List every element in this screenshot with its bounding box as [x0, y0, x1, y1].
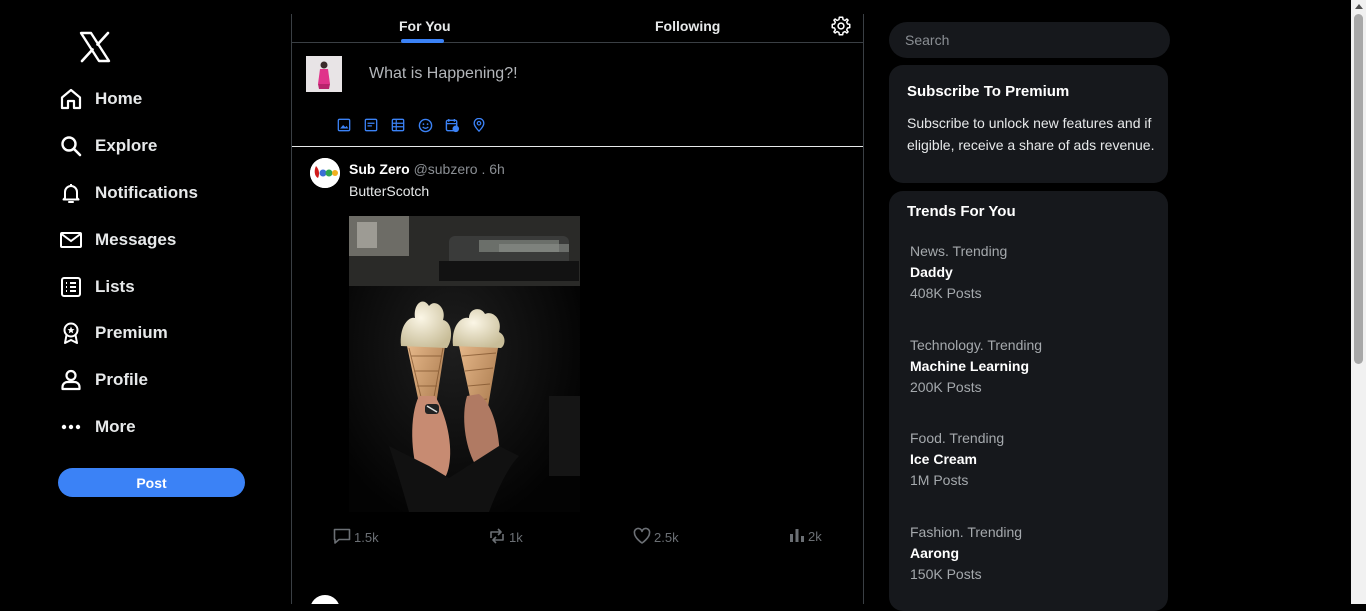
sidebar-item-premium[interactable]: Premium	[58, 317, 168, 349]
envelope-icon	[58, 227, 84, 253]
tweet-separator: .	[477, 161, 490, 177]
tweet-author-name[interactable]: Sub Zero	[349, 161, 410, 177]
avatar[interactable]	[306, 56, 342, 92]
home-icon	[58, 86, 84, 112]
image-icon[interactable]	[336, 117, 352, 133]
compose-input[interactable]	[367, 63, 837, 85]
composer-toolbar	[336, 117, 498, 133]
premium-title: Subscribe To Premium	[907, 83, 1070, 100]
sidebar-item-label: Home	[95, 89, 143, 108]
trend-category: Food. Trending	[910, 430, 1005, 446]
trend-item[interactable]: Fashion. Trending Aarong 150K Posts	[910, 522, 1022, 585]
trends-card: Trends For You News. Trending Daddy 408K…	[889, 191, 1168, 611]
sidebar-item-profile[interactable]: Profile	[58, 364, 148, 396]
premium-description: Subscribe to unlock new features and if …	[907, 115, 1155, 153]
sidebar-item-lists[interactable]: Lists	[58, 271, 135, 303]
page-scrollbar[interactable]	[1351, 0, 1366, 604]
schedule-icon[interactable]	[444, 117, 460, 133]
tweet-text: ButterScotch	[349, 183, 430, 199]
ellipsis-icon	[58, 414, 84, 440]
like-button[interactable]: 2.5k	[632, 526, 679, 549]
trend-post-count: 200K Posts	[910, 379, 982, 395]
trend-item[interactable]: Technology. Trending Machine Learning 20…	[910, 335, 1042, 398]
tweet-timestamp[interactable]: 6h	[489, 161, 505, 177]
tweet[interactable]: Sub Zero @subzero . 6h ButterScotch 1.5k…	[292, 148, 863, 568]
tab-following[interactable]: Following	[655, 18, 720, 34]
reply-button[interactable]: 1.5k	[332, 526, 379, 549]
search-icon	[58, 133, 84, 159]
like-count: 2.5k	[654, 530, 679, 545]
trend-name: Ice Cream	[910, 451, 977, 467]
tweet-composer	[292, 43, 863, 147]
poll-icon[interactable]	[390, 117, 406, 133]
tweet-author-handle[interactable]: @subzero	[414, 161, 478, 177]
sidebar-item-label: Messages	[95, 230, 177, 249]
bar-chart-icon	[788, 526, 808, 547]
sidebar-item-label: Notifications	[95, 183, 198, 202]
bell-icon	[58, 180, 84, 206]
list-icon	[58, 274, 84, 300]
sidebar-item-notifications[interactable]: Notifications	[58, 177, 198, 209]
avatar[interactable]	[310, 595, 340, 604]
main-timeline: For You Following What is Happening?! Su…	[291, 14, 864, 604]
retweet-count: 1k	[509, 530, 523, 545]
premium-card: Subscribe To Premium Subscribe to unlock…	[889, 65, 1168, 183]
emoji-icon[interactable]	[417, 117, 433, 133]
trend-name: Daddy	[910, 264, 953, 280]
person-icon	[58, 367, 84, 393]
trend-item[interactable]: News. Trending Daddy 408K Posts	[910, 241, 1007, 304]
sidebar-item-label: More	[95, 417, 136, 436]
sidebar-item-home[interactable]: Home	[58, 83, 142, 115]
trend-category: News. Trending	[910, 243, 1008, 259]
sidebar-item-label: Profile	[95, 370, 148, 389]
trend-post-count: 150K Posts	[910, 566, 982, 582]
sidebar-item-label: Explore	[95, 136, 158, 155]
trend-name: Machine Learning	[910, 358, 1030, 374]
sidebar-item-label: Lists	[95, 277, 135, 296]
trend-item[interactable]: Food. Trending Ice Cream 1M Posts	[910, 428, 1004, 491]
reply-count: 1.5k	[354, 530, 379, 545]
comment-icon	[332, 526, 354, 549]
search-input[interactable]	[903, 31, 1170, 49]
post-button[interactable]: Post	[58, 468, 245, 497]
x-logo-icon[interactable]	[78, 30, 112, 64]
gear-icon[interactable]	[831, 16, 851, 36]
trend-post-count: 1M Posts	[910, 472, 969, 488]
views-count: 2k	[808, 529, 822, 544]
badge-icon	[58, 320, 84, 346]
trend-name: Aarong	[910, 545, 959, 561]
left-navigation: Home Explore Notifications Messages List…	[0, 0, 290, 604]
avatar[interactable]	[310, 158, 340, 188]
sidebar-item-messages[interactable]: Messages	[58, 224, 176, 256]
sidebar-item-more[interactable]: More	[58, 411, 136, 443]
gif-icon[interactable]	[363, 117, 379, 133]
search-box	[889, 22, 1170, 58]
trend-category: Fashion. Trending	[910, 524, 1023, 540]
tweet-header: Sub Zero @subzero . 6h	[349, 161, 505, 177]
scroll-up-arrow-icon[interactable]	[1355, 4, 1363, 9]
trend-post-count: 408K Posts	[910, 285, 982, 301]
retweet-button[interactable]: 1k	[487, 526, 523, 549]
sidebar-item-label: Premium	[95, 323, 168, 342]
trends-title: Trends For You	[907, 203, 1016, 220]
views-button[interactable]: 2k	[788, 526, 822, 547]
sidebar-item-explore[interactable]: Explore	[58, 130, 157, 162]
heart-icon	[632, 526, 654, 549]
retweet-icon	[487, 526, 509, 549]
scrollbar-thumb[interactable]	[1354, 14, 1363, 364]
tab-for-you[interactable]: For You	[399, 18, 451, 34]
tweet-actions: 1.5k 1k 2.5k 2k	[332, 526, 827, 548]
timeline-tabs: For You Following	[292, 14, 863, 43]
location-icon[interactable]	[471, 117, 487, 133]
trend-category: Technology. Trending	[910, 337, 1043, 353]
tweet-media-image[interactable]	[349, 216, 580, 512]
